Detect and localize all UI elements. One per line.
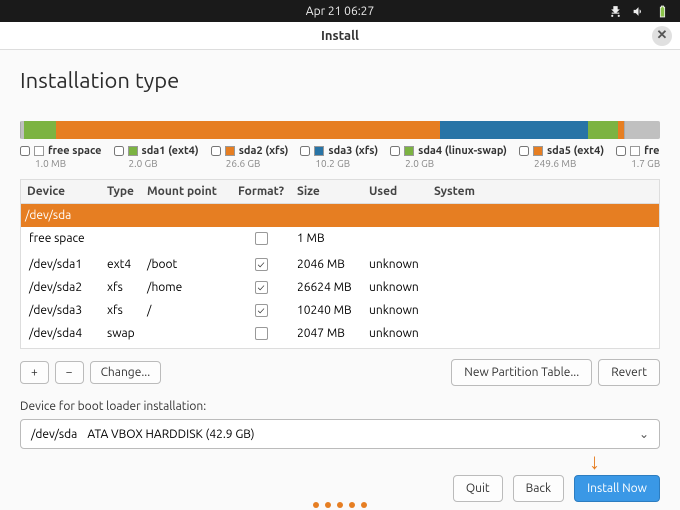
legend-item[interactable]: sda1 (ext4)2.0 GB [114,145,199,169]
legend-item[interactable]: sda5 (ext4)249.6 MB [519,145,604,169]
footer-buttons: ↓ Quit Back Install Now [20,475,660,502]
chevron-down-icon: ⌄ [639,427,649,441]
format-checkbox[interactable] [255,327,268,340]
legend-item[interactable]: sda2 (xfs)26.6 GB [211,145,289,169]
col-used[interactable]: Used [363,180,428,203]
legend-checkbox[interactable] [519,146,529,156]
col-size[interactable]: Size [291,180,363,203]
network-icon [609,5,622,18]
installer-page: Installation type free space1.0 MB sda1 (… [0,50,680,502]
format-checkbox[interactable] [255,304,268,317]
partbar-sda2 [56,121,440,139]
col-type[interactable]: Type [101,180,141,203]
legend-checkbox[interactable] [211,146,221,156]
legend-checkbox[interactable] [616,146,626,156]
col-device[interactable]: Device [21,180,101,203]
page-heading: Installation type [20,68,660,93]
legend-checkbox[interactable] [390,146,400,156]
table-row[interactable]: /dev/sda3 xfs / 10240 MB unknown [21,299,659,322]
legend-checkbox[interactable] [114,146,124,156]
table-row[interactable]: /dev/sda [21,204,659,227]
install-now-button[interactable]: Install Now [574,475,660,502]
partbar-sda4 [588,121,618,139]
progress-dots [0,502,680,508]
window-title-text: Install [321,29,359,43]
annotation-arrow-icon: ↓ [589,449,600,475]
window-titlebar: Install ✕ [0,22,680,50]
partition-table: Device Type Mount point Format? Size Use… [20,179,660,349]
bootloader-device-select[interactable]: /dev/sda ATA VBOX HARDDISK (42.9 GB) ⌄ [20,419,660,449]
revert-button[interactable]: Revert [598,359,660,386]
bootloader-desc: ATA VBOX HARDDISK (42.9 GB) [87,428,254,441]
table-row[interactable]: /dev/sda2 xfs /home 26624 MB unknown [21,276,659,299]
table-row[interactable]: free space 1 MB [21,227,659,253]
system-tray [609,5,670,18]
quit-button[interactable]: Quit [453,475,503,502]
format-checkbox[interactable] [255,258,268,271]
change-partition-button[interactable]: Change... [90,361,162,384]
clock: Apr 21 06:27 [306,5,374,18]
col-mount[interactable]: Mount point [141,180,231,203]
partbar-sda3 [440,121,588,139]
battery-icon [655,5,670,18]
format-checkbox[interactable] [255,232,268,245]
table-row[interactable]: /dev/sda4 swap 2047 MB unknown [21,322,659,348]
window-close-button[interactable]: ✕ [652,26,672,46]
col-system[interactable]: System [428,180,659,203]
legend-checkbox[interactable] [300,146,310,156]
legend-item[interactable]: sda4 (linux-swap)2.0 GB [390,145,507,169]
bootloader-label: Device for boot loader installation: [20,400,660,413]
col-format[interactable]: Format? [231,180,291,203]
table-header: Device Type Mount point Format? Size Use… [21,180,659,204]
partition-legend: free space1.0 MB sda1 (ext4)2.0 GB sda2 (x… [20,145,660,169]
partition-bar[interactable] [20,121,660,139]
table-row[interactable]: /dev/sda1 ext4 /boot 2046 MB unknown [21,253,659,276]
legend-item[interactable]: free space1.0 MB [20,145,102,169]
legend-checkbox[interactable] [20,146,30,156]
legend-item[interactable]: sda3 (xfs)10.2 GB [300,145,378,169]
partbar-free-end [624,121,660,139]
remove-partition-button[interactable]: − [55,361,84,384]
new-partition-table-button[interactable]: New Partition Table... [451,359,592,386]
partbar-sda1 [24,121,56,139]
back-button[interactable]: Back [513,475,564,502]
add-partition-button[interactable]: + [20,361,49,384]
bootloader-device: /dev/sda [31,428,77,441]
format-checkbox[interactable] [255,281,268,294]
system-topbar: Apr 21 06:27 [0,0,680,22]
legend-item[interactable]: free spa1.7 GB [616,145,660,169]
volume-icon [632,5,645,18]
partition-toolbar: + − Change... New Partition Table... Rev… [20,359,660,386]
